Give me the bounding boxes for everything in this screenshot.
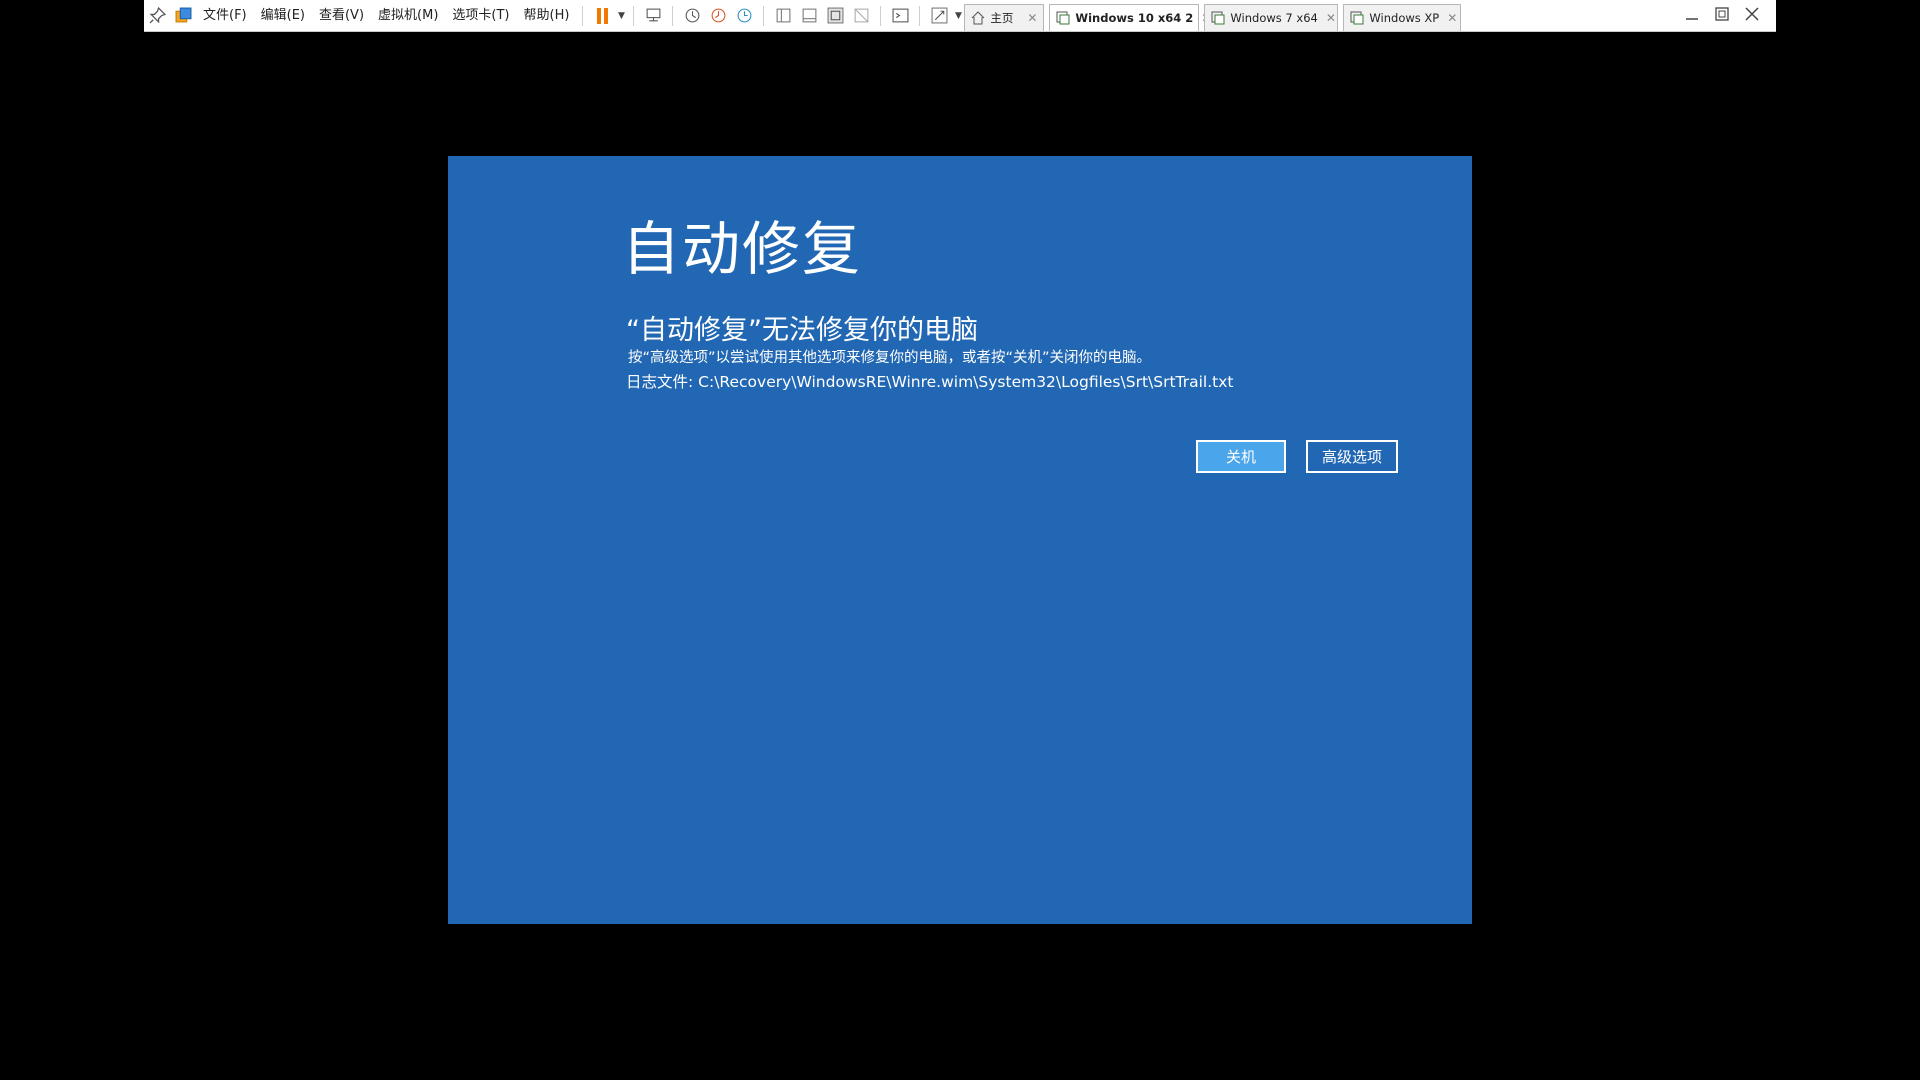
- power-dropdown-icon[interactable]: ▼: [615, 3, 627, 29]
- unity-icon[interactable]: [848, 3, 874, 29]
- tab-label: Windows XP: [1369, 10, 1440, 25]
- close-window-icon[interactable]: [1740, 2, 1764, 26]
- full-screen-icon[interactable]: [822, 3, 848, 29]
- stretch-dropdown-icon[interactable]: ▼: [952, 3, 964, 29]
- restore-icon[interactable]: [1710, 2, 1734, 26]
- menu-help[interactable]: 帮助(H): [517, 3, 577, 29]
- snapshot-icon[interactable]: [679, 3, 705, 29]
- send-ctrl-alt-del-icon[interactable]: [640, 3, 666, 29]
- stretch-icon[interactable]: [926, 3, 952, 29]
- shutdown-button[interactable]: 关机: [1196, 440, 1286, 473]
- library-icon[interactable]: [170, 3, 196, 29]
- vmware-toolbar: 文件(F) 编辑(E) 查看(V) 虚拟机(M) 选项卡(T) 帮助(H) ▼ …: [144, 0, 1776, 32]
- toolbar-separator: [763, 5, 765, 26]
- close-icon[interactable]: ✕: [1326, 11, 1336, 25]
- close-icon[interactable]: ✕: [1027, 11, 1037, 25]
- pause-icon[interactable]: [589, 3, 615, 29]
- toolbar-separator: [880, 5, 882, 26]
- tab-windows-10[interactable]: Windows 10 x64 2 ✕: [1049, 3, 1211, 31]
- toolbar-separator: [672, 5, 674, 26]
- vm-icon: [1056, 11, 1070, 25]
- console-view-icon[interactable]: [796, 3, 822, 29]
- tab-label: 主页: [990, 10, 1014, 25]
- advanced-options-button[interactable]: 高级选项: [1306, 440, 1398, 473]
- vm-icon: [1211, 11, 1225, 25]
- sidebar-view-icon[interactable]: [770, 3, 796, 29]
- close-icon[interactable]: ✕: [1447, 11, 1457, 25]
- minimize-icon[interactable]: [1680, 2, 1704, 26]
- terminal-icon[interactable]: [887, 3, 913, 29]
- tab-windows-xp[interactable]: Windows XP ✕: [1343, 3, 1462, 31]
- tab-label: Windows 10 x64 2: [1075, 10, 1194, 25]
- window-controls: [1680, 2, 1764, 26]
- page-title: 自动修复: [622, 215, 863, 283]
- home-icon: [971, 10, 985, 25]
- vm-guest-screen[interactable]: 自动修复 “自动修复”无法修复你的电脑 按“高级选项”以尝试使用其他选项来修复你…: [448, 156, 1472, 924]
- menu-edit[interactable]: 编辑(E): [254, 3, 312, 29]
- tab-home[interactable]: 主页 ✕: [964, 3, 1045, 31]
- menu-view[interactable]: 查看(V): [312, 3, 371, 29]
- snapshot-manager-icon[interactable]: [731, 3, 757, 29]
- log-file-path: 日志文件: C:\Recovery\WindowsRE\Winre.wim\Sy…: [626, 373, 1234, 391]
- toolbar-separator: [919, 5, 921, 26]
- toolbar-separator: [582, 5, 584, 26]
- error-description: 按“高级选项”以尝试使用其他选项来修复你的电脑，或者按“关机”关闭你的电脑。: [628, 350, 1152, 366]
- revert-snapshot-icon[interactable]: [705, 3, 731, 29]
- pin-icon[interactable]: [144, 3, 170, 29]
- tab-windows-7[interactable]: Windows 7 x64 ✕: [1204, 3, 1339, 31]
- vm-icon: [1350, 11, 1364, 25]
- tab-label: Windows 7 x64: [1230, 10, 1318, 25]
- menu-tabs[interactable]: 选项卡(T): [445, 3, 516, 29]
- menu-file[interactable]: 文件(F): [196, 3, 254, 29]
- toolbar-separator: [633, 5, 635, 26]
- menu-vm[interactable]: 虚拟机(M): [371, 3, 445, 29]
- error-heading: “自动修复”无法修复你的电脑: [626, 315, 978, 346]
